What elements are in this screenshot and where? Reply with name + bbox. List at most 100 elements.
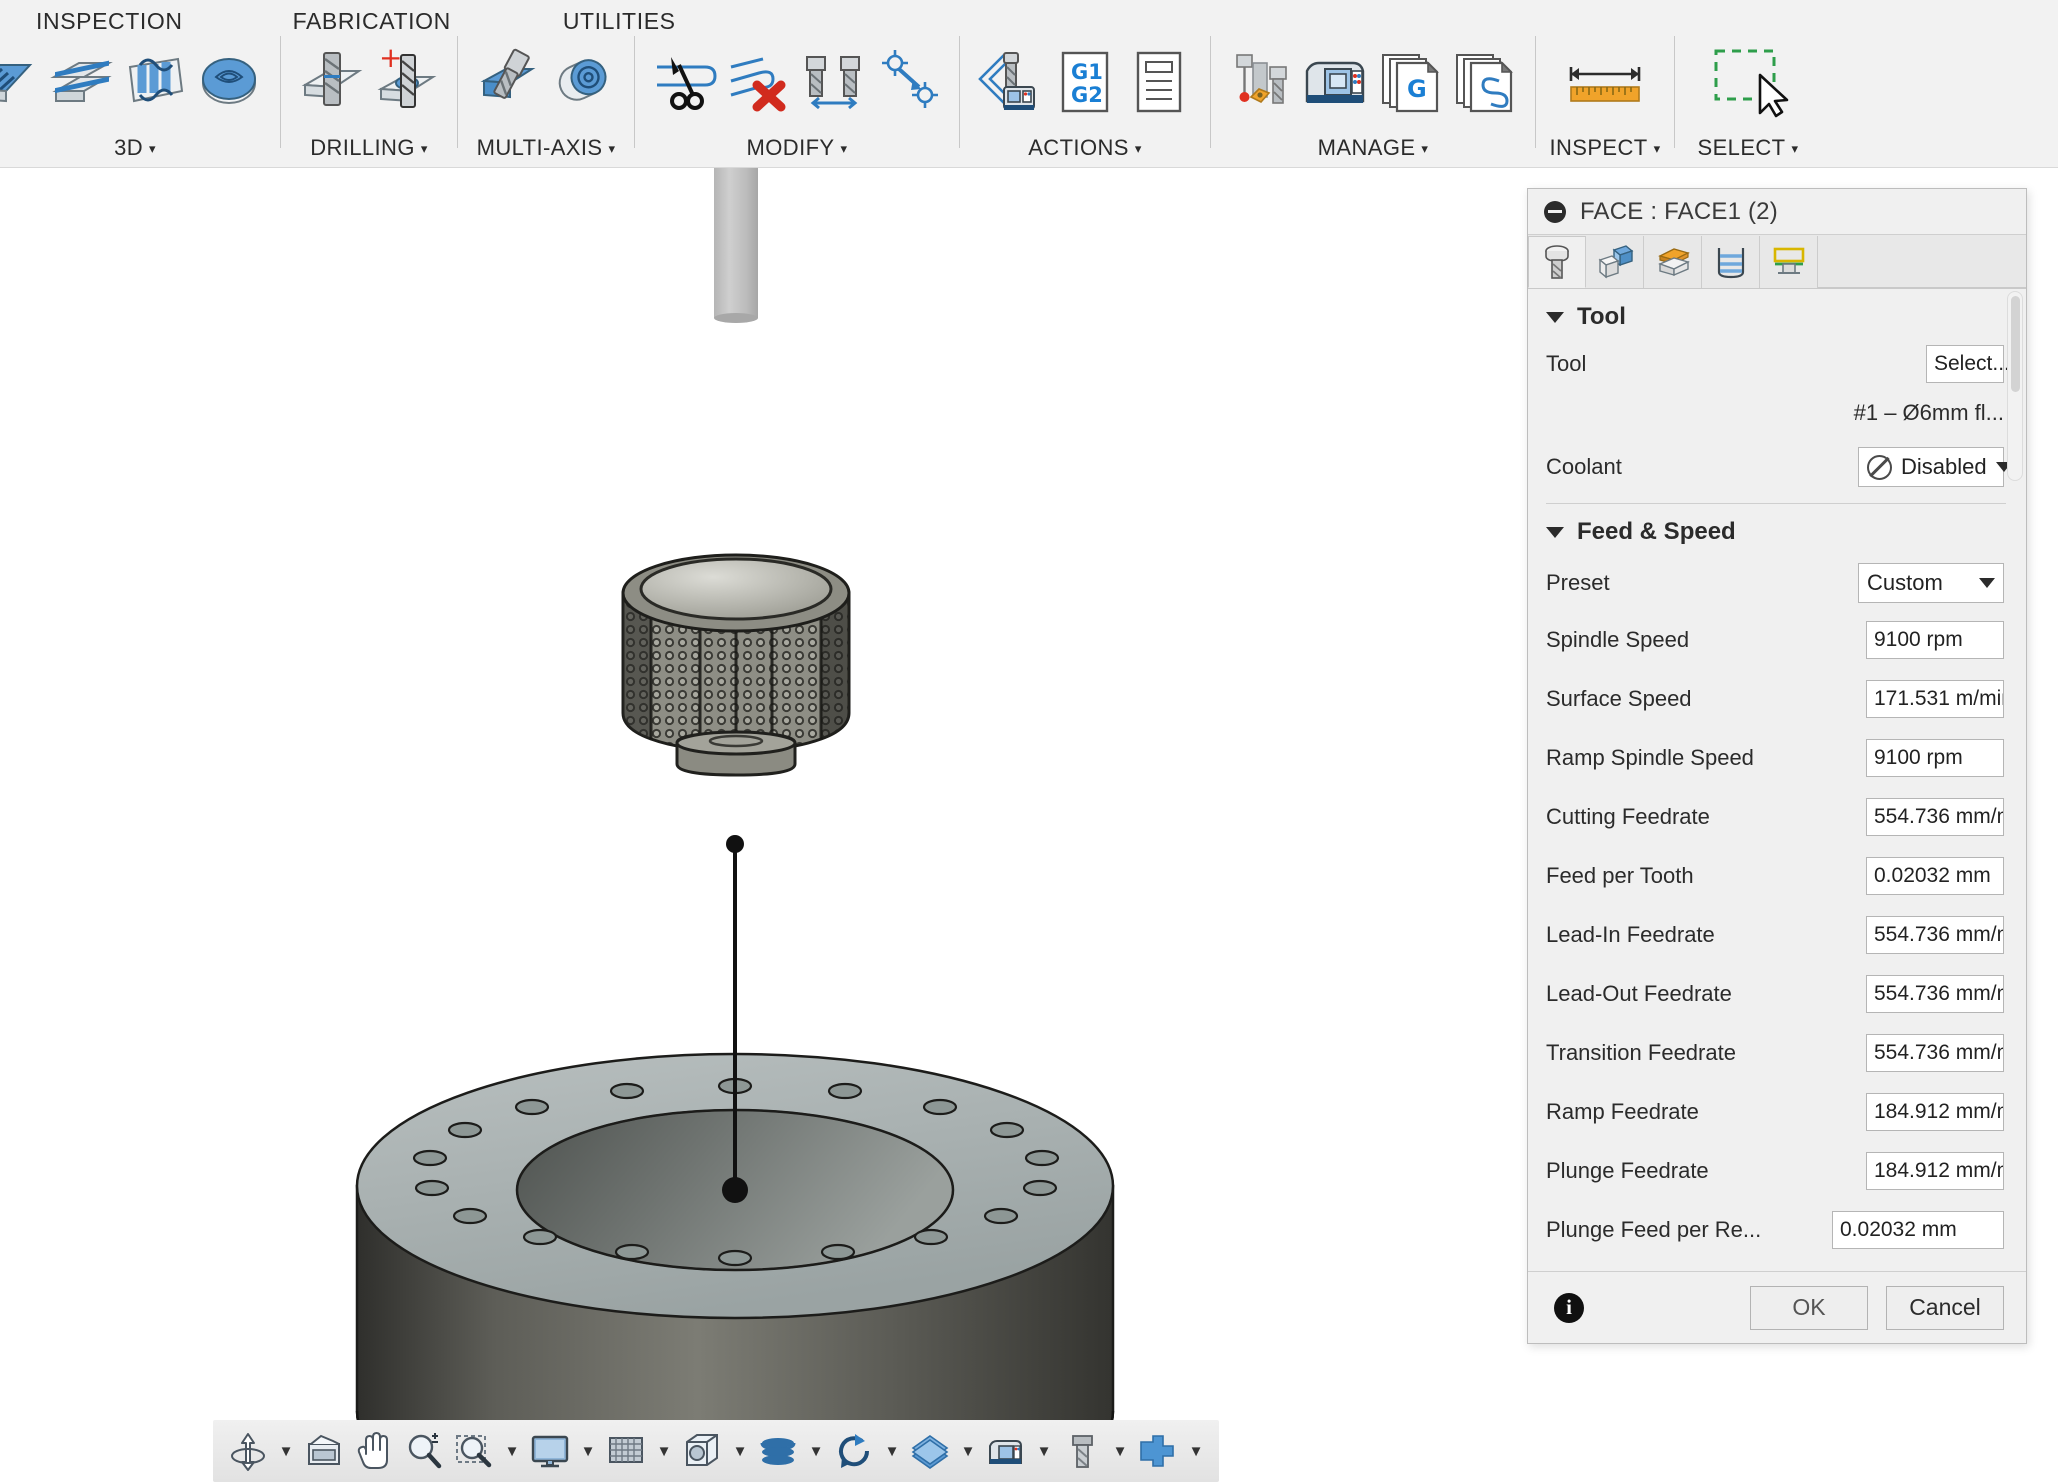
- ramp-spindle-speed-input[interactable]: 9100 rpm: [1866, 738, 2004, 777]
- ribbon-group-label-inspect[interactable]: INSPECT ▾: [1546, 128, 1664, 168]
- tab-passes[interactable]: [1702, 236, 1760, 288]
- surface-speed-input[interactable]: 171.531 m/min: [1866, 679, 2004, 718]
- display-settings-icon[interactable]: [525, 1425, 575, 1477]
- cancel-button[interactable]: Cancel: [1886, 1285, 2004, 1330]
- display-settings-dropdown-caret-icon[interactable]: ▼: [575, 1425, 601, 1477]
- delete-toolpath-icon[interactable]: [723, 42, 797, 122]
- machine-library-icon[interactable]: [1299, 42, 1373, 122]
- scallop-3d-icon[interactable]: [192, 42, 266, 122]
- label-ramp-spindle-speed: Ramp Spindle Speed: [1546, 744, 1754, 770]
- bore-circular-icon[interactable]: +: [369, 42, 443, 122]
- ribbon-tab-utilities[interactable]: UTILITIES: [553, 8, 686, 35]
- tab-heights[interactable]: [1644, 236, 1702, 288]
- refresh-dropdown-caret-icon[interactable]: ▼: [879, 1425, 905, 1477]
- ribbon-group-label-drilling[interactable]: DRILLING ▾: [291, 128, 447, 168]
- svg-text:G: G: [1407, 75, 1427, 103]
- ramp-feedrate-input[interactable]: 184.912 mm/m: [1866, 1092, 2004, 1131]
- ribbon-group-label-multi-axis[interactable]: MULTI-AXIS ▾: [468, 128, 624, 168]
- view-navigation-bar[interactable]: ▼ ▼ ▼ ▼ ▼ ▼ ▼ ▼ ▼ ▼ ▼: [213, 1420, 1219, 1482]
- orbit-dropdown-caret-icon[interactable]: ▼: [273, 1425, 299, 1477]
- look-at-icon[interactable]: [299, 1425, 349, 1477]
- ribbon-separator: [457, 36, 458, 148]
- lead-out-feedrate-input[interactable]: 554.736 mm/m: [1866, 974, 2004, 1013]
- tab-tool[interactable]: [1528, 236, 1586, 288]
- pan-icon[interactable]: [349, 1425, 399, 1477]
- visual-style-dropdown-caret-icon[interactable]: ▼: [803, 1425, 829, 1477]
- row-plunge-feed-per-rev: Plunge Feed per Re... 0.02032 mm: [1528, 1200, 2026, 1259]
- ribbon-tab-inspection[interactable]: INSPECTION: [26, 8, 193, 35]
- passes-icon: [1717, 248, 1744, 279]
- ribbon-group-label-select[interactable]: SELECT ▾: [1685, 128, 1811, 168]
- refresh-icon[interactable]: [829, 1425, 879, 1477]
- drill-icon[interactable]: [295, 42, 369, 122]
- zoom-icon[interactable]: [399, 1425, 449, 1477]
- visual-style-icon[interactable]: [753, 1425, 803, 1477]
- trim-toolpath-icon[interactable]: [649, 42, 723, 122]
- viewports-icon[interactable]: [677, 1425, 727, 1477]
- cutting-feedrate-input[interactable]: 554.736 mm/m: [1866, 797, 2004, 836]
- ribbon-group-label-3d[interactable]: 3D ▾: [0, 128, 270, 168]
- spindle-speed-input[interactable]: 9100 rpm: [1866, 620, 2004, 659]
- stock-visibility-dropdown-caret-icon[interactable]: ▼: [955, 1425, 981, 1477]
- post-process-icon[interactable]: G1 G2: [1048, 42, 1122, 122]
- section-header-tool[interactable]: Tool: [1528, 289, 2026, 341]
- ok-button[interactable]: OK: [1750, 1285, 1868, 1330]
- coolant-dropdown[interactable]: Disabled: [1858, 447, 2012, 487]
- machine-visibility-icon[interactable]: [981, 1425, 1031, 1477]
- content-bottom-spacer: [1528, 1259, 2026, 1271]
- row-coolant: Coolant Disabled: [1528, 439, 2026, 495]
- row-tool: Tool Select...: [1528, 341, 2026, 387]
- viewports-dropdown-caret-icon[interactable]: ▼: [727, 1425, 753, 1477]
- pocket-clearing-icon[interactable]: [44, 42, 118, 122]
- transform-icon[interactable]: [871, 42, 945, 122]
- section-header-feed-speed[interactable]: Feed & Speed: [1528, 504, 2026, 556]
- preset-dropdown[interactable]: Custom: [1858, 563, 2004, 603]
- dialog-scrollbar[interactable]: [2007, 291, 2023, 481]
- info-icon[interactable]: i: [1554, 1292, 1584, 1323]
- select-window-icon[interactable]: [1689, 42, 1807, 122]
- post-library-icon[interactable]: G: [1373, 42, 1447, 122]
- ribbon-tab-fabrication[interactable]: FABRICATION: [283, 8, 461, 35]
- zoom-window-icon[interactable]: [449, 1425, 499, 1477]
- tool-library-icon[interactable]: [1225, 42, 1299, 122]
- plunge-feedrate-input[interactable]: 184.912 mm/m: [1866, 1151, 2004, 1190]
- svg-text:+: +: [379, 45, 402, 74]
- zoom-window-dropdown-caret-icon[interactable]: ▼: [499, 1425, 525, 1477]
- toolpath-visibility-icon[interactable]: [1133, 1425, 1183, 1477]
- parallel-3d-icon[interactable]: [118, 42, 192, 122]
- stock-visibility-icon[interactable]: [905, 1425, 955, 1477]
- transition-feedrate-input[interactable]: 554.736 mm/m: [1866, 1033, 2004, 1072]
- chevron-down-icon: [1979, 578, 1995, 588]
- tool-visibility-icon[interactable]: [1057, 1425, 1107, 1477]
- ribbon-group-label-manage[interactable]: MANAGE ▾: [1221, 128, 1525, 168]
- tab-geometry[interactable]: [1586, 236, 1644, 288]
- plunge-feed-per-rev-input[interactable]: 0.02032 mm: [1832, 1210, 2004, 1249]
- multi-axis-contour-icon[interactable]: [546, 42, 620, 122]
- machine-visibility-dropdown-caret-icon[interactable]: ▼: [1031, 1425, 1057, 1477]
- lead-in-feedrate-input[interactable]: 554.736 mm/m: [1866, 915, 2004, 954]
- dialog-tabs-filler: [1818, 287, 2026, 288]
- tool-change-icon[interactable]: [797, 42, 871, 122]
- coolant-value: Disabled: [1901, 454, 1987, 479]
- simulate-icon[interactable]: [974, 42, 1048, 122]
- dialog-tab-strip[interactable]: [1528, 235, 2026, 481]
- collapse-icon[interactable]: [1544, 200, 1566, 223]
- template-library-icon[interactable]: [1447, 42, 1521, 122]
- chevron-down-icon: ▾: [840, 140, 848, 156]
- grid-snap-dropdown-caret-icon[interactable]: ▼: [651, 1425, 677, 1477]
- tab-linking[interactable]: [1760, 236, 1818, 288]
- dialog-title-bar[interactable]: FACE : FACE1 (2): [1528, 189, 2026, 235]
- feed-per-tooth-input[interactable]: 0.02032 mm: [1866, 856, 2004, 895]
- ribbon-group-label-actions[interactable]: ACTIONS ▾: [970, 128, 1200, 168]
- orbit-icon[interactable]: [223, 1425, 273, 1477]
- swarf-icon[interactable]: [472, 42, 546, 122]
- toolpath-visibility-dropdown-caret-icon[interactable]: ▼: [1183, 1425, 1209, 1477]
- ribbon-group-label-modify[interactable]: MODIFY ▾: [645, 128, 949, 168]
- grid-snap-icon[interactable]: [601, 1425, 651, 1477]
- measure-icon[interactable]: [1550, 42, 1660, 122]
- tool-select-button[interactable]: Select...: [1926, 345, 2010, 383]
- tool-visibility-dropdown-caret-icon[interactable]: ▼: [1107, 1425, 1133, 1477]
- adaptive-clearing-icon[interactable]: [0, 42, 44, 122]
- setup-sheet-icon[interactable]: [1122, 42, 1196, 122]
- ribbon-group-actions: G1 G2 ACTIONS ▾: [970, 36, 1200, 168]
